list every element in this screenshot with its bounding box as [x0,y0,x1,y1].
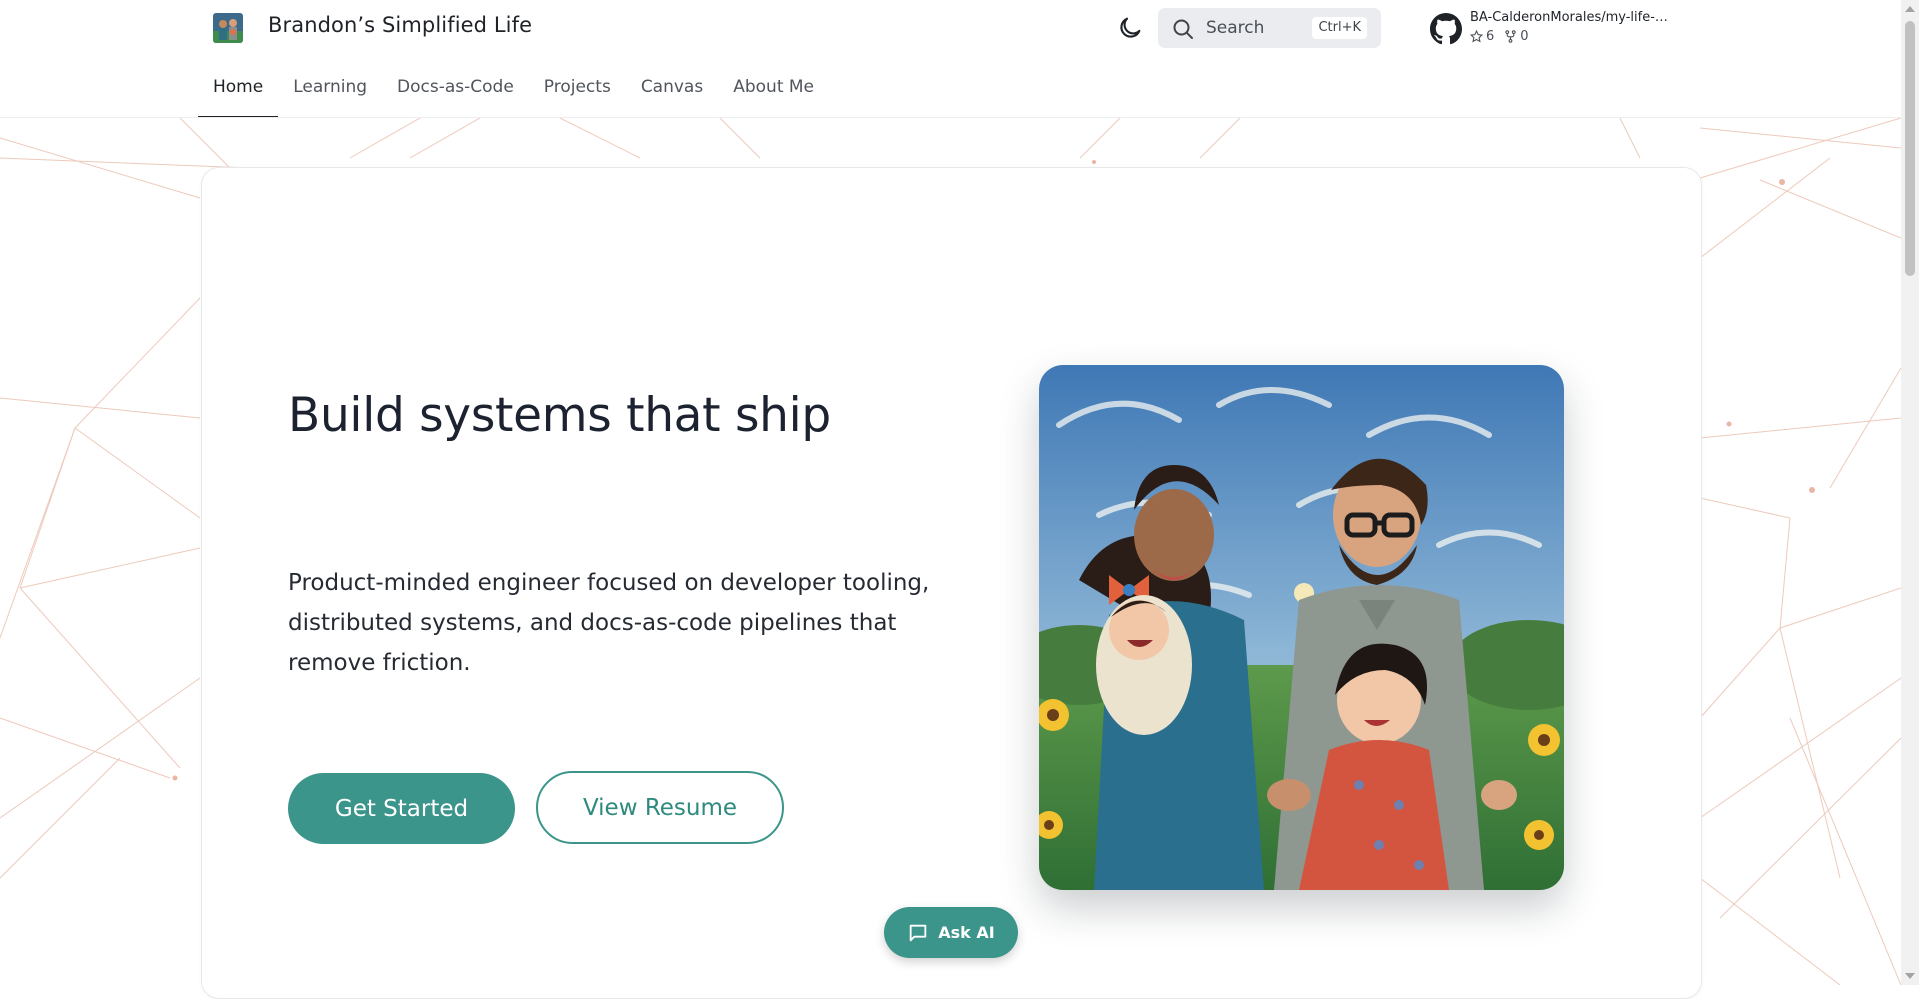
search-icon [1171,17,1195,41]
ask-ai-label: Ask AI [938,923,995,942]
search-label: Search [1206,18,1265,38]
header-divider [0,117,1901,118]
hero-title: Build systems that ship [288,388,831,443]
hero-description: Product-minded engineer focused on devel… [288,570,930,676]
github-repo-link[interactable]: BA-CalderonMorales/my-life-… 6 0 [1430,10,1680,50]
family-illustration [1039,365,1564,890]
site-title[interactable]: Brandon’s Simplified Life [268,13,532,37]
tab-docs-as-code[interactable]: Docs-as-Code [382,67,529,118]
page-scrollbar[interactable] [1901,0,1919,985]
repo-stats: 6 0 [1470,29,1529,44]
repo-name: BA-CalderonMorales/my-life-… [1470,10,1668,25]
search-shortcut: Ctrl+K [1312,17,1367,39]
repo-stars-count: 6 [1486,29,1495,44]
chat-bubble-icon [910,924,927,941]
scroll-up-arrow-icon[interactable] [1905,6,1915,12]
view-resume-button[interactable]: View Resume [536,771,784,844]
tab-home[interactable]: Home [198,67,279,118]
repo-stars: 6 [1470,29,1494,44]
family-logo-icon[interactable] [213,13,243,43]
scroll-down-arrow-icon[interactable] [1905,973,1915,979]
repo-forks: 0 [1504,29,1529,44]
moon-icon[interactable] [1116,14,1144,42]
repo-forks-count: 0 [1520,29,1529,44]
tab-projects[interactable]: Projects [529,67,626,118]
ask-ai-button[interactable]: Ask AI [884,907,1018,958]
fork-icon [1505,30,1516,43]
tab-about-me[interactable]: About Me [718,67,829,118]
scrollbar-thumb[interactable] [1905,21,1915,276]
main-nav: Home Learning Docs-as-Code Projects Canv… [198,67,829,118]
tab-canvas[interactable]: Canvas [626,67,718,118]
tab-learning[interactable]: Learning [278,67,382,118]
get-started-button[interactable]: Get Started [288,773,515,844]
site-header: Brandon’s Simplified Life Search Ctrl+K … [0,0,1901,118]
star-icon [1470,30,1483,43]
github-icon [1430,13,1462,45]
search-button[interactable]: Search Ctrl+K [1158,8,1381,48]
